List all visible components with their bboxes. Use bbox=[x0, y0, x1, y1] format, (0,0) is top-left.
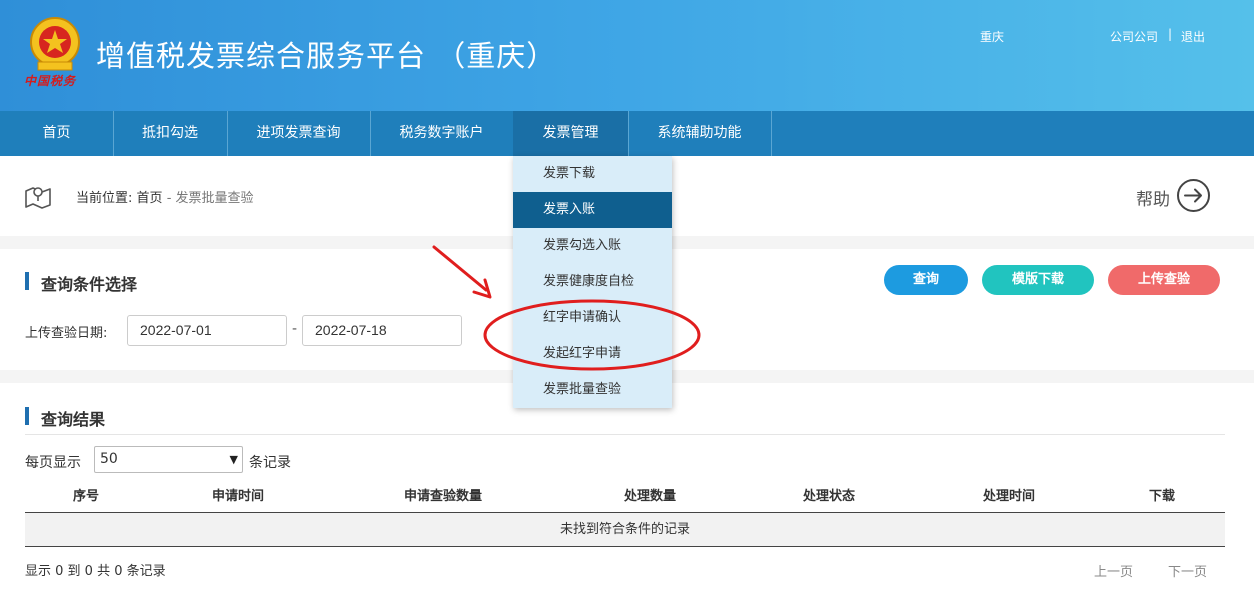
nav-input-invoice-query[interactable]: 进项发票查询 bbox=[227, 111, 371, 156]
column-header[interactable]: 处理状态 bbox=[803, 485, 855, 504]
table-bottom-border bbox=[25, 546, 1225, 547]
user-region: 重庆 bbox=[980, 30, 1005, 44]
query-button[interactable]: 查询 bbox=[884, 265, 968, 295]
section-marker bbox=[25, 272, 29, 290]
menu-item-invoice-booking[interactable]: 发票入账 bbox=[513, 192, 672, 228]
per-page-select[interactable]: 50 ▼ bbox=[94, 446, 243, 473]
header-separator: | bbox=[1168, 27, 1173, 41]
prev-page-button[interactable]: 上一页 bbox=[1094, 561, 1133, 580]
nav-invoice-management[interactable]: 发票管理 bbox=[513, 111, 629, 156]
nav-home[interactable]: 首页 bbox=[0, 111, 114, 156]
per-page-suffix: 条记录 bbox=[249, 455, 291, 471]
invoice-management-dropdown: 发票下载 发票入账 发票勾选入账 发票健康度自检 红字申请确认 发起红字申请 发… bbox=[513, 156, 672, 408]
emblem-caption: 中国税务 bbox=[24, 74, 77, 88]
nav-tax-digital-account[interactable]: 税务数字账户 bbox=[370, 111, 514, 156]
next-page-button[interactable]: 下一页 bbox=[1168, 561, 1207, 580]
menu-item-red-confirm[interactable]: 红字申请确认 bbox=[513, 300, 672, 336]
per-page-prefix: 每页显示 bbox=[25, 455, 81, 471]
column-header[interactable]: 下载 bbox=[1149, 485, 1175, 504]
breadcrumb-current: 发票批量查验 bbox=[175, 191, 254, 206]
breadcrumb-home[interactable]: 首页 bbox=[137, 191, 163, 206]
chevron-down-icon: ▼ bbox=[229, 453, 238, 466]
menu-item-red-request[interactable]: 发起红字申请 bbox=[513, 336, 672, 372]
column-header[interactable]: 处理时间 bbox=[983, 485, 1035, 504]
menu-item-health-check[interactable]: 发票健康度自检 bbox=[513, 264, 672, 300]
upload-date-label: 上传查验日期: bbox=[25, 326, 108, 341]
breadcrumb-separator: - bbox=[166, 191, 172, 206]
date-range-dash: - bbox=[292, 321, 298, 337]
menu-item-invoice-download[interactable]: 发票下载 bbox=[513, 156, 672, 192]
column-header[interactable]: 申请查验数量 bbox=[404, 485, 482, 504]
pagination-summary: 显示 0 到 0 共 0 条记录 bbox=[25, 564, 166, 579]
nav-deduction-select[interactable]: 抵扣勾选 bbox=[113, 111, 228, 156]
column-header[interactable]: 处理数量 bbox=[624, 485, 676, 504]
menu-item-batch-verify[interactable]: 发票批量查验 bbox=[513, 372, 672, 408]
end-date-input[interactable]: 2022-07-18 bbox=[302, 315, 462, 346]
user-company: 公司公司 bbox=[1110, 30, 1159, 44]
query-section-title: 查询条件选择 bbox=[41, 275, 138, 294]
results-section-title: 查询结果 bbox=[41, 410, 106, 429]
arrow-right-circle-icon[interactable] bbox=[1176, 178, 1211, 213]
main-nav: 首页 抵扣勾选 进项发票查询 税务数字账户 发票管理 系统辅助功能 bbox=[0, 111, 1254, 156]
upload-verify-button[interactable]: 上传查验 bbox=[1108, 265, 1220, 295]
map-location-icon bbox=[25, 187, 51, 209]
logout-link[interactable]: 退出 bbox=[1181, 28, 1205, 45]
site-title: 增值税发票综合服务平台 （重庆） bbox=[96, 39, 557, 73]
column-header[interactable]: 申请时间 bbox=[212, 485, 264, 504]
breadcrumb: 当前位置: 首页 - 发票批量查验 bbox=[76, 187, 254, 206]
section-marker bbox=[25, 407, 29, 425]
per-page-value: 50 bbox=[100, 451, 118, 467]
help-label[interactable]: 帮助 bbox=[1136, 185, 1170, 210]
breadcrumb-prefix: 当前位置: bbox=[76, 191, 133, 206]
menu-item-select-booking[interactable]: 发票勾选入账 bbox=[513, 228, 672, 264]
results-divider bbox=[25, 434, 1225, 435]
annotation-arrow-icon bbox=[432, 245, 488, 292]
table-empty-row: 未找到符合条件的记录 bbox=[25, 513, 1225, 546]
column-header[interactable]: 序号 bbox=[73, 485, 99, 504]
nav-system-aux[interactable]: 系统辅助功能 bbox=[628, 111, 772, 156]
template-download-button[interactable]: 模版下载 bbox=[982, 265, 1094, 295]
start-date-input[interactable]: 2022-07-01 bbox=[127, 315, 287, 346]
